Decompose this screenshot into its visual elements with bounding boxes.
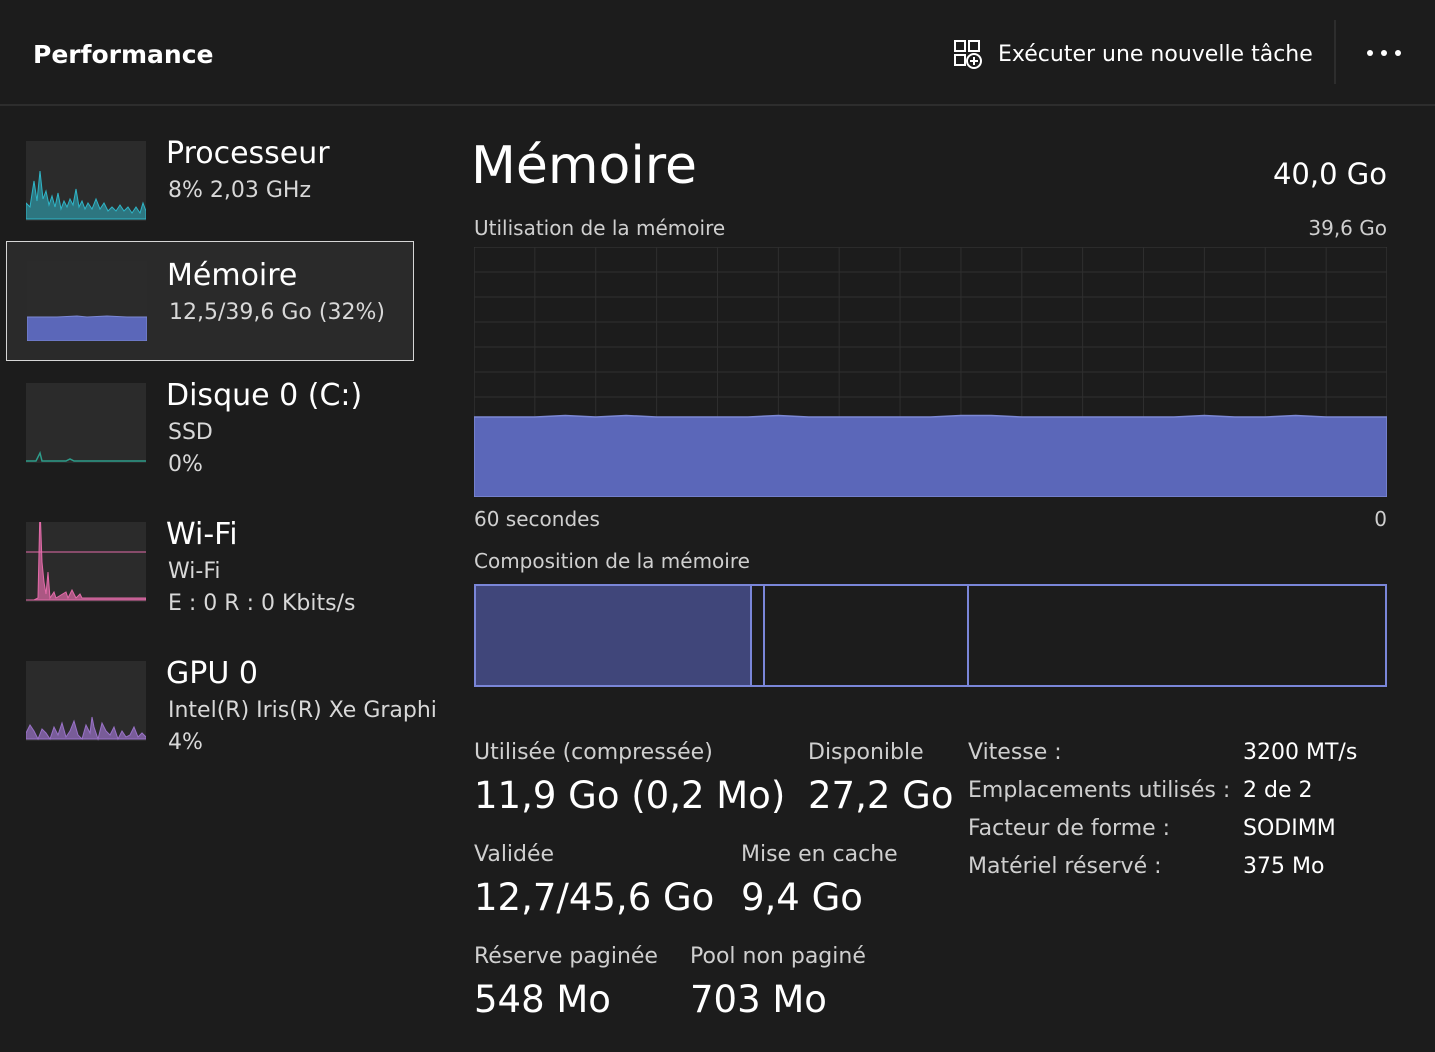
time-axis-start: 60 secondes xyxy=(474,507,600,531)
gpu-thumbnail xyxy=(26,661,146,741)
usage-label: Utilisation de la mémoire xyxy=(474,216,726,240)
cached-label: Mise en cache xyxy=(741,842,898,867)
used-value: 11,9 Go (0,2 Mo) xyxy=(474,774,786,817)
slots-label: Emplacements utilisés : xyxy=(968,778,1231,803)
sidebar-item-wifi[interactable]: Wi-Fi Wi-Fi E : 0 R : 0 Kbits/s xyxy=(6,501,414,621)
composition-standby xyxy=(763,584,969,687)
processor-usage: 8% 2,03 GHz xyxy=(168,178,312,203)
gpu-usage: 4% xyxy=(168,730,203,755)
memory-usage: 12,5/39,6 Go (32%) xyxy=(169,300,385,325)
gpu-title: GPU 0 xyxy=(166,656,258,691)
run-new-task-button[interactable]: Exécuter une nouvelle tâche xyxy=(952,34,1313,74)
composition-free xyxy=(967,584,1387,687)
speed-value: 3200 MT/s xyxy=(1243,740,1358,765)
wifi-title: Wi-Fi xyxy=(166,517,238,552)
disk-type: SSD xyxy=(168,420,213,445)
title-bar: Performance Exécuter une nouvelle tâche xyxy=(0,0,1435,106)
sidebar-item-disk[interactable]: Disque 0 (C:) SSD 0% xyxy=(6,362,414,482)
usage-max: 39,6 Go xyxy=(1308,216,1387,240)
disk-usage: 0% xyxy=(168,452,203,477)
more-icon xyxy=(1367,50,1401,56)
memory-title: Mémoire xyxy=(167,258,298,293)
wifi-thumbnail xyxy=(26,522,146,602)
memory-usage-area xyxy=(473,414,1388,498)
committed-value: 12,7/45,6 Go xyxy=(474,876,715,919)
slots-value: 2 de 2 xyxy=(1243,778,1313,803)
time-axis-end: 0 xyxy=(1374,507,1387,531)
run-new-task-label: Exécuter une nouvelle tâche xyxy=(998,41,1313,67)
available-label: Disponible xyxy=(808,740,924,765)
memory-usage-graph xyxy=(473,246,1388,498)
form-factor-label: Facteur de forme : xyxy=(968,816,1171,841)
memory-composition-bar xyxy=(474,584,1387,687)
processor-title: Processeur xyxy=(166,136,330,171)
wifi-throughput: E : 0 R : 0 Kbits/s xyxy=(168,591,356,616)
sidebar-item-gpu[interactable]: GPU 0 Intel(R) Iris(R) Xe Graphi 4% xyxy=(6,640,437,760)
composition-label: Composition de la mémoire xyxy=(474,549,750,573)
committed-label: Validée xyxy=(474,842,555,867)
composition-in-use xyxy=(474,584,752,687)
new-task-icon xyxy=(954,40,982,69)
sidebar-item-processor[interactable]: Processeur 8% 2,03 GHz xyxy=(6,120,414,240)
cached-value: 9,4 Go xyxy=(741,876,863,919)
sidebar-item-memory[interactable]: Mémoire 12,5/39,6 Go (32%) xyxy=(6,241,414,361)
composition-modified xyxy=(750,584,765,687)
gpu-model: Intel(R) Iris(R) Xe Graphi xyxy=(168,698,437,723)
nonpaged-pool-value: 703 Mo xyxy=(690,978,827,1021)
nonpaged-pool-label: Pool non paginé xyxy=(690,944,866,969)
memory-thumbnail xyxy=(27,261,147,341)
header-divider xyxy=(1334,20,1336,84)
main-title: Mémoire xyxy=(471,136,698,196)
processor-thumbnail xyxy=(26,141,146,221)
disk-title: Disque 0 (C:) xyxy=(166,378,363,413)
more-options-button[interactable] xyxy=(1360,38,1408,68)
form-factor-value: SODIMM xyxy=(1243,816,1336,841)
reserved-label: Matériel réservé : xyxy=(968,854,1162,879)
paged-pool-label: Réserve paginée xyxy=(474,944,658,969)
reserved-value: 375 Mo xyxy=(1243,854,1325,879)
speed-label: Vitesse : xyxy=(968,740,1062,765)
page-title: Performance xyxy=(33,40,214,69)
total-memory: 40,0 Go xyxy=(1272,157,1387,191)
available-value: 27,2 Go xyxy=(808,774,954,817)
wifi-name: Wi-Fi xyxy=(168,559,221,584)
paged-pool-value: 548 Mo xyxy=(474,978,611,1021)
used-label: Utilisée (compressée) xyxy=(474,740,713,765)
disk-thumbnail xyxy=(26,383,146,463)
